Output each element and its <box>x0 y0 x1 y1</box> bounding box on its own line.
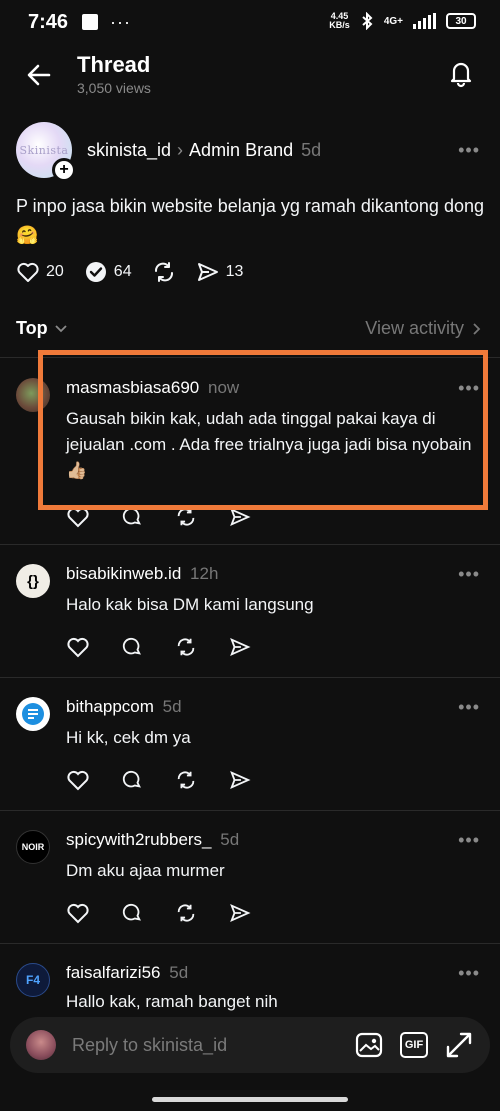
view-activity-link[interactable]: View activity <box>365 318 482 339</box>
reply-username[interactable]: faisalfarizi56 <box>66 963 161 982</box>
more-options-button[interactable]: ••• <box>458 830 480 851</box>
page-title: Thread <box>77 52 151 77</box>
avatar[interactable] <box>16 697 50 731</box>
home-indicator[interactable] <box>152 1097 348 1102</box>
chevron-right-icon: › <box>177 140 184 160</box>
post-time: 5d <box>301 140 322 160</box>
send-icon[interactable] <box>228 902 252 924</box>
heart-icon[interactable] <box>66 769 90 791</box>
send-icon[interactable] <box>228 769 252 791</box>
divider <box>0 544 500 545</box>
gif-button[interactable]: GIF <box>400 1032 428 1058</box>
status-bar: 7:46 ··· 4.45 KB/s 4G+ 30 <box>0 0 500 44</box>
post-username[interactable]: skinista_id <box>87 140 171 161</box>
heart-icon[interactable] <box>66 636 90 658</box>
reply-time: 5d <box>220 830 240 849</box>
heart-icon <box>17 262 39 282</box>
notification-bell-button[interactable] <box>446 58 476 88</box>
highlight-box <box>38 350 488 510</box>
repost-icon[interactable] <box>174 769 198 791</box>
repost-icon[interactable] <box>174 636 198 658</box>
network-type: 4G+ <box>383 15 403 27</box>
reply-username[interactable]: bithappcom <box>66 697 154 716</box>
arrow-left-icon <box>27 64 51 86</box>
post-text: P inpo jasa bikin website belanja yg ram… <box>16 196 484 245</box>
repost-icon[interactable] <box>174 902 198 924</box>
avatar[interactable]: NOIR <box>16 830 50 864</box>
reply-time: 12h <box>190 564 219 583</box>
document-icon <box>22 703 44 725</box>
follow-button[interactable]: + <box>52 158 76 182</box>
reply-username[interactable]: spicywith2rubbers_ <box>66 830 212 849</box>
more-options-button[interactable]: ••• <box>458 140 480 161</box>
reply-composer[interactable]: Reply to skinista_id GIF <box>10 1017 490 1073</box>
reply-text: Halo kak bisa DM kami langsung <box>66 595 314 614</box>
bell-icon <box>450 62 472 88</box>
chevron-right-icon <box>473 322 481 335</box>
reply-count: 64 <box>113 263 132 280</box>
reply-input[interactable]: Reply to skinista_id <box>72 1035 354 1056</box>
image-icon[interactable] <box>354 1030 384 1060</box>
like-count: 20 <box>46 263 64 280</box>
chevron-down-icon <box>55 324 67 332</box>
comment-icon[interactable] <box>120 902 144 924</box>
view-count: 3,050 views <box>77 80 151 96</box>
share-count: 13 <box>225 263 244 280</box>
view-activity-label: View activity <box>365 318 464 338</box>
divider <box>0 943 500 944</box>
share-button[interactable]: 13 <box>196 260 244 284</box>
divider <box>0 677 500 678</box>
reply-text: Dm aku ajaa murmer <box>66 861 225 880</box>
avatar[interactable]: F4 <box>16 963 50 997</box>
repost-icon <box>154 262 173 282</box>
comment-icon[interactable] <box>120 769 144 791</box>
expand-icon[interactable] <box>444 1030 474 1060</box>
comment-icon[interactable] <box>120 636 144 658</box>
divider <box>0 810 500 811</box>
more-options-button[interactable]: ••• <box>458 963 480 984</box>
send-icon <box>197 263 218 281</box>
reply-text: Hi kk, cek dm ya <box>66 728 191 747</box>
post-category[interactable]: Admin Brand <box>189 140 293 161</box>
signal-icon <box>413 13 436 29</box>
brand-logo: Skinista <box>19 143 69 157</box>
bluetooth-icon <box>362 12 373 30</box>
repost-button[interactable] <box>152 260 176 284</box>
battery-icon: 30 <box>446 13 476 29</box>
thread-header: Thread 3,050 views <box>0 48 500 104</box>
reply-username[interactable]: bisabikinweb.id <box>66 564 181 583</box>
verified-reply-icon <box>85 262 106 282</box>
like-button[interactable]: 20 <box>16 261 64 283</box>
network-speed: 4.45 KB/s <box>329 11 350 30</box>
reply-time: 5d <box>162 697 182 716</box>
sort-dropdown[interactable]: Top <box>16 318 68 339</box>
reply-time: 5d <box>169 963 189 982</box>
avatar <box>26 1030 56 1060</box>
send-icon[interactable] <box>228 636 252 658</box>
reply-text: Hallo kak, ramah banget nih <box>66 992 278 1011</box>
more-options-button[interactable]: ••• <box>458 697 480 718</box>
avatar[interactable]: {} <box>16 564 50 598</box>
status-time: 7:46 <box>28 10 69 33</box>
back-button[interactable] <box>24 60 54 90</box>
more-notifications-icon: ··· <box>110 11 132 32</box>
heart-icon[interactable] <box>66 902 90 924</box>
reply-count-button[interactable]: 64 <box>84 260 132 284</box>
notification-icon <box>82 14 99 30</box>
sort-label: Top <box>16 318 48 338</box>
more-options-button[interactable]: ••• <box>458 564 480 585</box>
